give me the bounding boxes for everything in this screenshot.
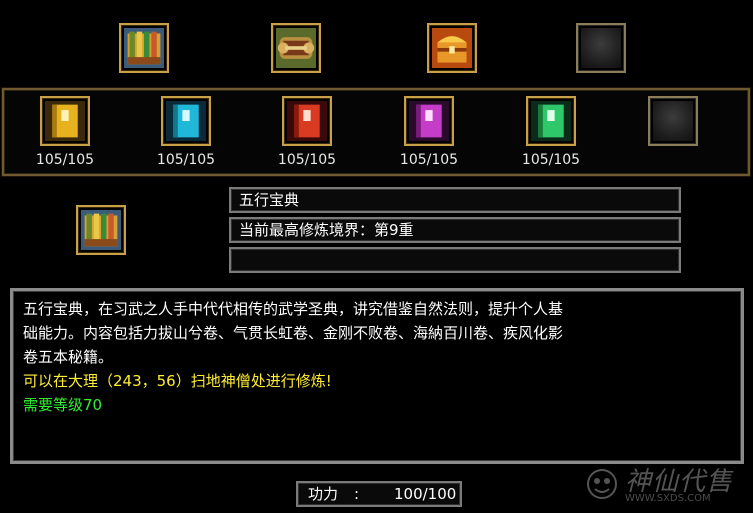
item-extra-field xyxy=(229,247,681,273)
book-panel xyxy=(2,88,750,176)
book-count-5: 105/105 xyxy=(521,152,581,168)
description-line-3: 卷五本秘籍。 xyxy=(23,348,114,366)
power-label: 功力 xyxy=(308,485,339,503)
watermark-logo-icon xyxy=(585,467,619,501)
green-book-icon xyxy=(531,101,571,141)
yellow-book-icon xyxy=(45,101,85,141)
book-slot-3[interactable] xyxy=(282,96,332,146)
required-level-text: 需要等级70 xyxy=(23,396,103,414)
empty-slot-icon xyxy=(653,101,693,141)
book-count-2: 105/105 xyxy=(156,152,216,168)
description-line-2: 础能力。内容包括力拔山兮卷、气贯长虹卷、金刚不败卷、海納百川卷、疾风化影 xyxy=(23,324,564,342)
power-value: 100/100 xyxy=(394,485,457,503)
treasure-chest-icon xyxy=(432,28,472,68)
book-stack-icon xyxy=(124,28,164,68)
watermark: 神仙代售 WWW.SXDS.COM xyxy=(585,461,745,507)
power-display: 功力 : 100/100 xyxy=(296,481,462,507)
book-count-1: 105/105 xyxy=(35,152,95,168)
empty-slot-icon xyxy=(581,28,621,68)
description-line-1: 五行宝典，在习武之人手中代代相传的武学圣典，讲究借鉴自然法则，提升个人基 xyxy=(23,300,564,318)
item-realm-field: 当前最高修炼境界：第9重 xyxy=(229,217,681,243)
top-slot-1[interactable] xyxy=(119,23,169,73)
training-location-text: 可以在大理（243，56）扫地神僧处进行修炼! xyxy=(23,372,332,390)
book-slot-6[interactable] xyxy=(648,96,698,146)
book-slot-4[interactable] xyxy=(404,96,454,146)
magenta-book-icon xyxy=(409,101,449,141)
power-separator: : xyxy=(354,485,360,503)
book-count-3: 105/105 xyxy=(277,152,337,168)
top-slot-3[interactable] xyxy=(427,23,477,73)
red-book-icon xyxy=(287,101,327,141)
description-panel: 五行宝典，在习武之人手中代代相传的武学圣典，讲究借鉴自然法则，提升个人基 础能力… xyxy=(10,288,744,464)
top-slot-4[interactable] xyxy=(576,23,626,73)
watermark-url: WWW.SXDS.COM xyxy=(625,493,711,504)
cyan-book-icon xyxy=(166,101,206,141)
book-count-4: 105/105 xyxy=(399,152,459,168)
top-slot-2[interactable] xyxy=(271,23,321,73)
book-slot-1[interactable] xyxy=(40,96,90,146)
item-name-field: 五行宝典 xyxy=(229,187,681,213)
five-elements-book-icon xyxy=(81,210,121,250)
scroll-bundle-icon xyxy=(276,28,316,68)
selected-item-slot[interactable] xyxy=(76,205,126,255)
book-slot-2[interactable] xyxy=(161,96,211,146)
book-slot-5[interactable] xyxy=(526,96,576,146)
